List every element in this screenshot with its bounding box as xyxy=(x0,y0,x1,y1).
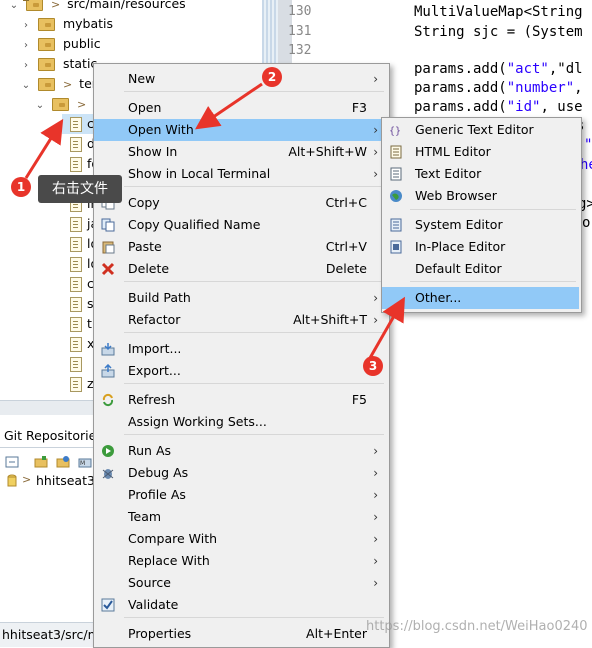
step-badge-1: 1 xyxy=(11,177,31,197)
step-badge-3: 3 xyxy=(363,356,383,376)
watermark: https://blog.csdn.net/WeiHao0240 xyxy=(366,619,588,634)
arrow-2 xyxy=(195,82,263,130)
annotation-arrows xyxy=(24,82,405,359)
arrow-3 xyxy=(368,296,405,359)
right-click-tooltip: 右击文件 xyxy=(38,175,122,203)
arrow-1 xyxy=(24,118,64,179)
step-badge-2: 2 xyxy=(262,67,282,87)
